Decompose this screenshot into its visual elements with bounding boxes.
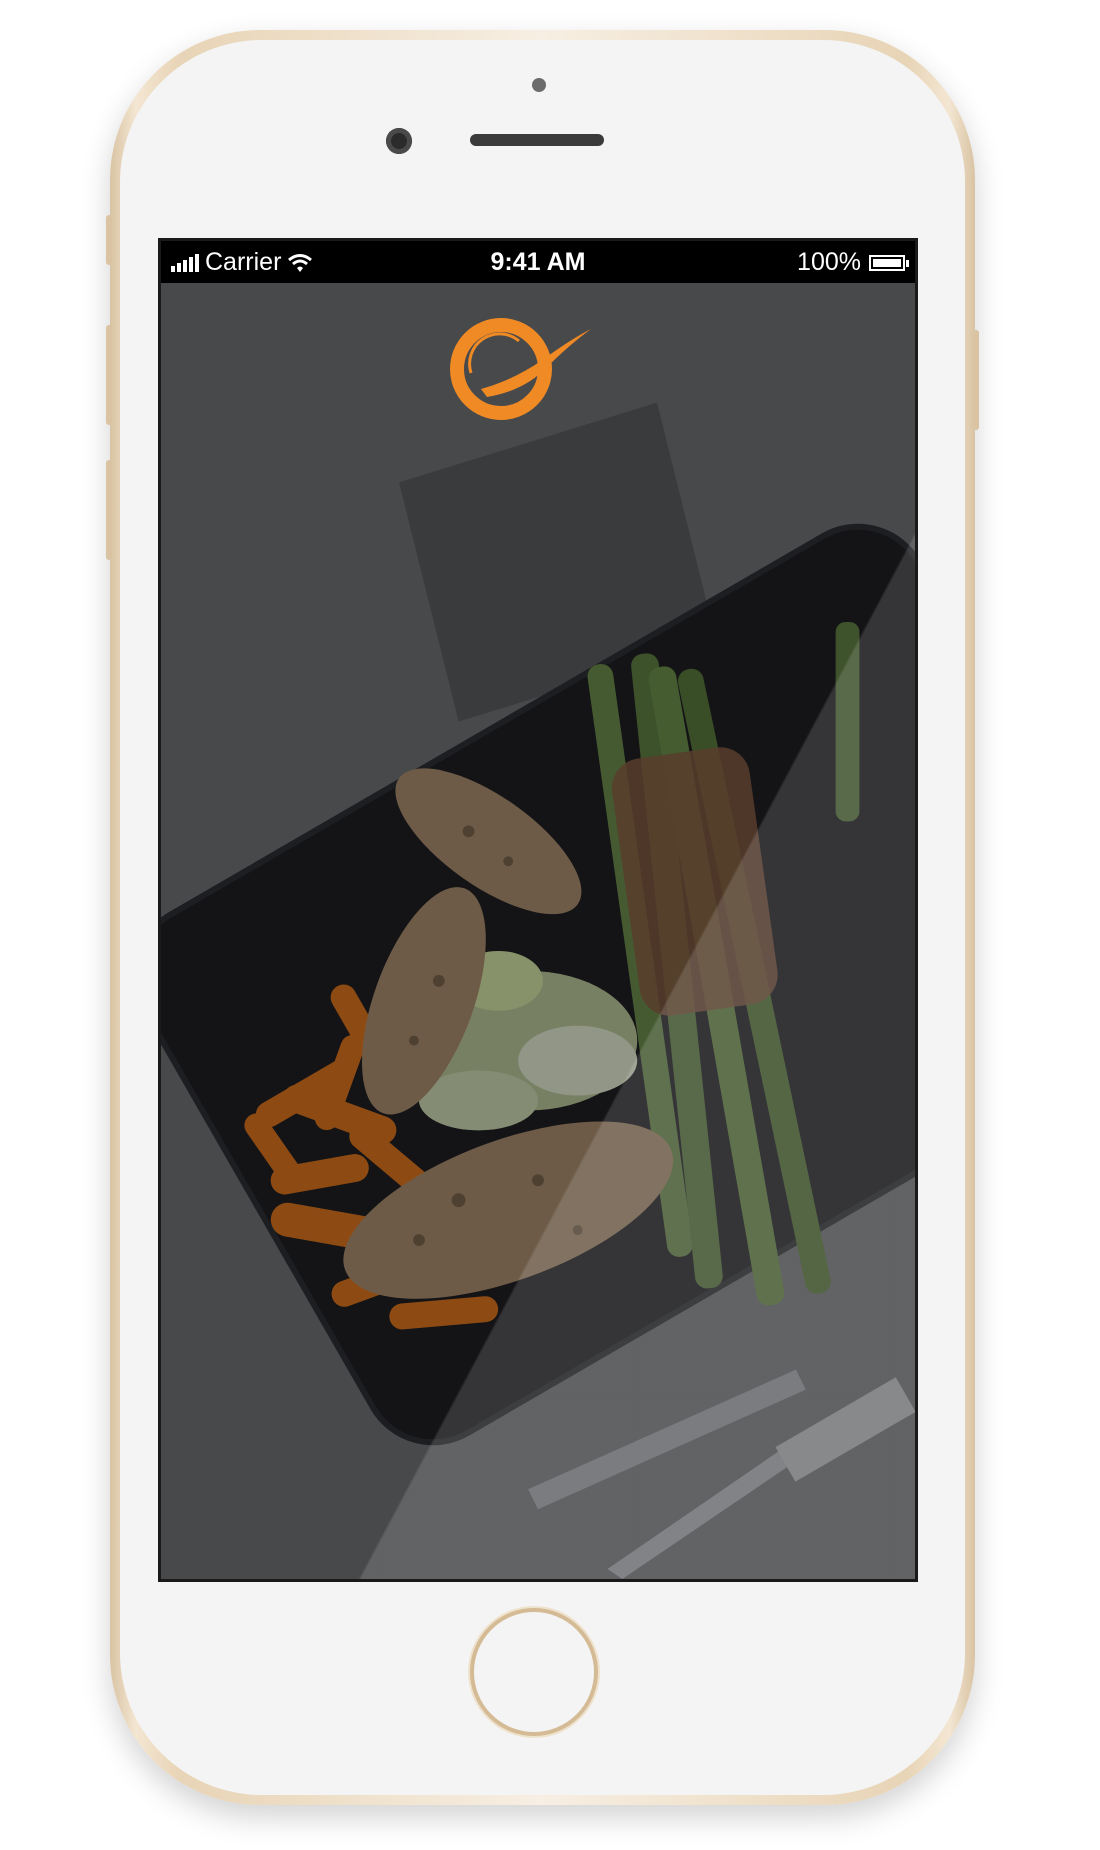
earpiece-speaker (470, 134, 604, 146)
plate-spoon-logo-icon (450, 318, 591, 420)
battery-icon (869, 254, 909, 271)
food-plate-photo (161, 283, 915, 1579)
power-button (973, 330, 979, 430)
home-button[interactable] (470, 1608, 598, 1736)
battery-level (873, 258, 901, 267)
status-right: 100% (797, 248, 909, 277)
status-bar: Carrier 9:41 AM 100% (161, 241, 915, 283)
app-screen: Carrier 9:41 AM 100% (158, 238, 918, 1582)
volume-down-button (106, 460, 112, 560)
mute-switch (106, 215, 112, 265)
proximity-sensor (532, 78, 546, 92)
front-camera (386, 128, 412, 154)
volume-up-button (106, 325, 112, 425)
battery-percent: 100% (797, 248, 861, 276)
